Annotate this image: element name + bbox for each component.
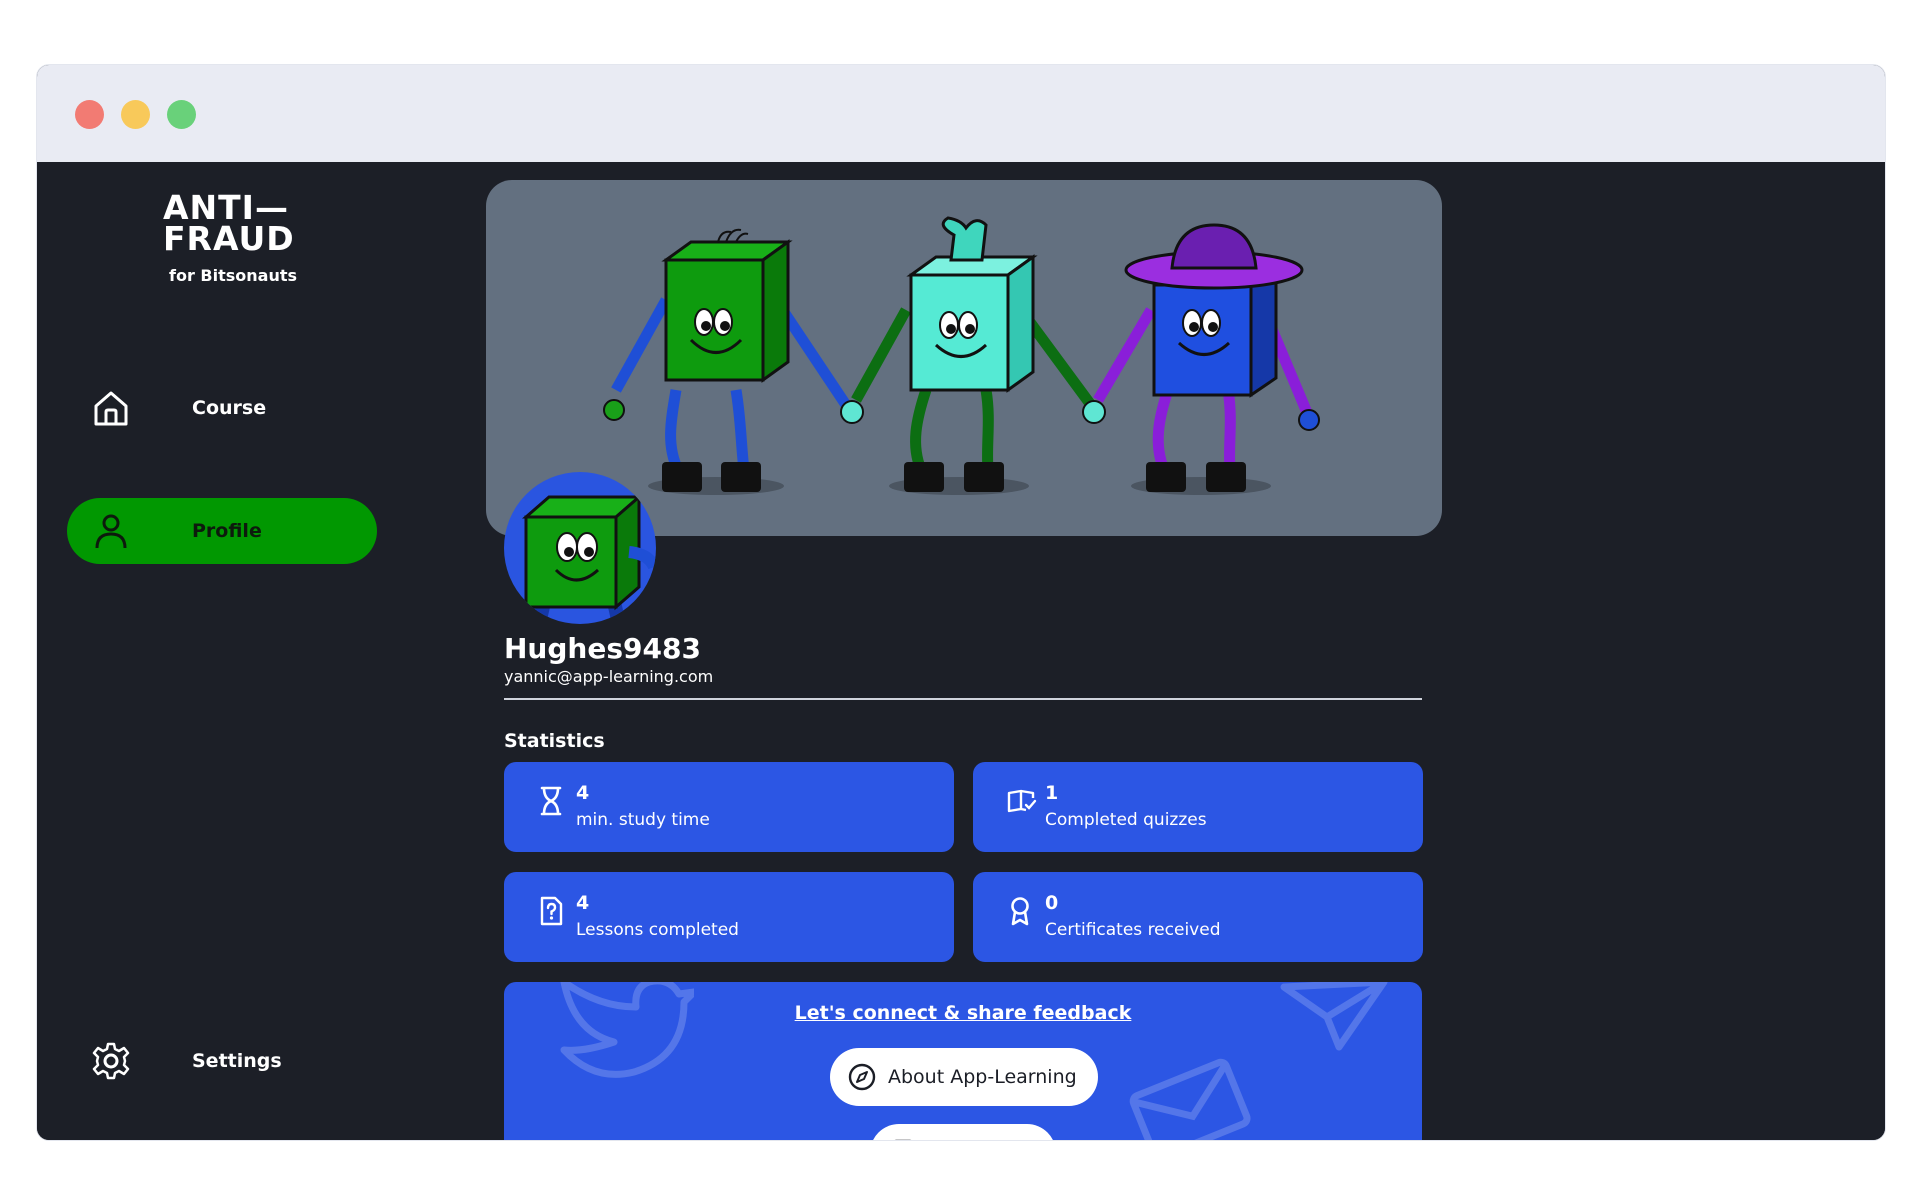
stat-card-lessons-completed: 4 Lessons completed	[504, 872, 954, 962]
stat-label: Certificates received	[1045, 920, 1221, 940]
envelope-icon	[1129, 1058, 1251, 1140]
sidebar-item-label: Course	[192, 397, 267, 419]
connect-feedback-link[interactable]: Let's connect & share feedback	[504, 1002, 1422, 1024]
app-content: ANTI— FRAUD for Bitsonauts Course Profil…	[37, 162, 1885, 1140]
question-document-icon	[540, 896, 563, 926]
logo-subtitle: for Bitsonauts	[169, 266, 298, 285]
app-logo: ANTI— FRAUD for Bitsonauts	[163, 188, 303, 285]
minimize-window-button[interactable]	[121, 100, 150, 129]
logo-title: ANTI— FRAUD	[163, 188, 295, 258]
award-icon	[1011, 897, 1029, 926]
green-cube-avatar-icon	[521, 493, 656, 624]
statistics-title: Statistics	[504, 730, 605, 752]
stat-value: 0	[1045, 892, 1059, 914]
stat-value: 1	[1045, 782, 1059, 804]
close-window-button[interactable]	[75, 100, 104, 129]
profile-banner	[486, 180, 1442, 536]
connect-section: Let's connect & share feedback About App…	[504, 982, 1422, 1140]
stat-label: Completed quizzes	[1045, 810, 1207, 830]
sidebar-item-settings[interactable]: Settings	[67, 1028, 377, 1094]
hourglass-icon	[540, 786, 562, 816]
bird-icon	[560, 982, 694, 1078]
secondary-link-button[interactable]	[870, 1124, 1056, 1140]
profile-username: Hughes9483	[504, 632, 701, 665]
about-app-learning-button[interactable]: About App-Learning	[830, 1048, 1098, 1106]
stat-label: min. study time	[576, 810, 710, 830]
avatar[interactable]	[504, 472, 656, 624]
blue-cube-character	[1082, 223, 1320, 492]
stat-value: 4	[576, 892, 590, 914]
document-icon	[894, 1139, 912, 1140]
settings-label: Settings	[192, 1050, 282, 1072]
gear-icon	[92, 1042, 130, 1080]
stat-card-certificates-received: 0 Certificates received	[973, 872, 1423, 962]
profile-email: yannic@app-learning.com	[504, 667, 714, 686]
sidebar-item-profile[interactable]: Profile	[67, 498, 377, 564]
user-icon	[95, 514, 127, 549]
stat-card-study-time: 4 min. study time	[504, 762, 954, 852]
green-cube-character	[603, 228, 851, 492]
home-icon	[94, 391, 128, 426]
turquoise-cube-character	[840, 216, 1096, 492]
stat-card-completed-quizzes: 1 Completed quizzes	[973, 762, 1423, 852]
about-button-label: About App-Learning	[888, 1066, 1077, 1088]
app-window: ANTI— FRAUD for Bitsonauts Course Profil…	[37, 65, 1885, 1140]
stat-label: Lessons completed	[576, 920, 739, 940]
sidebar-item-course[interactable]: Course	[67, 375, 377, 441]
book-check-icon	[1007, 789, 1037, 813]
window-titlebar	[37, 65, 1885, 162]
stat-value: 4	[576, 782, 590, 804]
sidebar-item-label: Profile	[192, 520, 262, 542]
compass-icon	[848, 1063, 876, 1091]
maximize-window-button[interactable]	[167, 100, 196, 129]
cube-characters-illustration	[603, 216, 1320, 495]
profile-divider	[504, 698, 1422, 700]
